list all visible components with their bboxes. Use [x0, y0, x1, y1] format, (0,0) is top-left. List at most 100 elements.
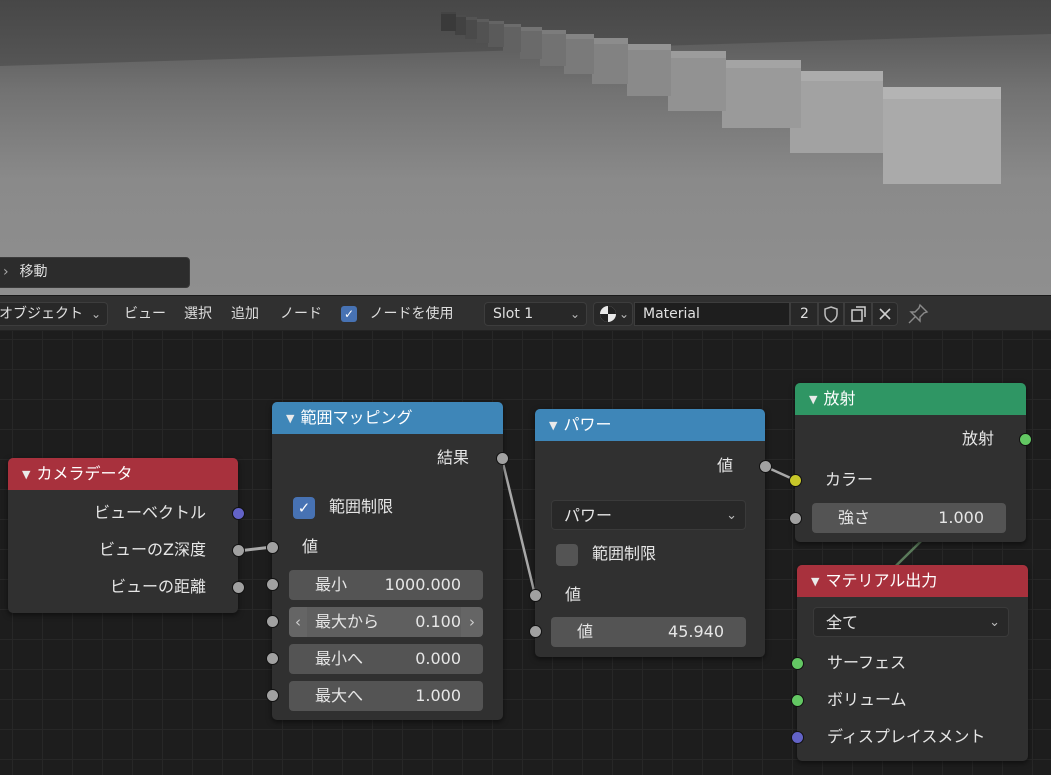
menu-node[interactable]: ノード: [280, 296, 322, 332]
checkbox-icon[interactable]: [556, 543, 578, 566]
output-socket[interactable]: [232, 507, 245, 520]
input-label: カラー: [825, 470, 874, 489]
cube[interactable]: [455, 15, 466, 35]
cube[interactable]: [883, 87, 1001, 184]
input-socket[interactable]: [791, 731, 804, 744]
input-row: ディスプレイスメント: [791, 722, 1028, 752]
node-power[interactable]: ▼ パワー 値 パワー ⌄ 範囲制限 値 値 45.940: [529, 409, 772, 657]
node-canvas[interactable]: ▼ カメラデータ ビューベクトル ビューのZ深度 ビューの距離 ▼ 範囲マッピング …: [0, 331, 1051, 775]
slot-dropdown[interactable]: Slot 1 ⌄: [484, 302, 587, 326]
user-count[interactable]: 2: [790, 302, 818, 326]
new-material-button[interactable]: [844, 302, 872, 326]
menu-select[interactable]: 選択: [184, 296, 212, 332]
input-label: ディスプレイスメント: [827, 727, 986, 746]
from-max-field[interactable]: ‹ 最大から 0.100 ›: [289, 607, 483, 637]
to-min-field[interactable]: 最小へ 0.000: [289, 644, 483, 674]
material-name: Material: [643, 306, 700, 322]
material-name-field[interactable]: Material: [634, 302, 790, 326]
menu-add[interactable]: 追加: [231, 296, 259, 332]
last-operator-panel[interactable]: › 移動: [0, 257, 190, 288]
cube[interactable]: [441, 12, 456, 31]
input-socket[interactable]: [266, 652, 279, 665]
chevron-down-icon: ⌄: [618, 307, 629, 321]
node-material-output[interactable]: ▼ マテリアル出力 全て ⌄ サーフェス ボリューム ディスプレイスメント: [791, 565, 1028, 761]
input-socket[interactable]: [266, 541, 279, 554]
target-label: 全て: [826, 613, 859, 632]
menu-view[interactable]: ビュー: [124, 296, 166, 332]
cube[interactable]: [627, 44, 671, 96]
browse-material-button[interactable]: ⌄: [593, 302, 633, 326]
node-title: カメラデータ: [36, 464, 133, 483]
clamp-checkbox-row[interactable]: 範囲制限: [556, 542, 656, 566]
node-header[interactable]: ▼ 範囲マッピング: [272, 402, 503, 434]
collapse-triangle-icon[interactable]: ▼: [22, 459, 30, 491]
node-header[interactable]: ▼ マテリアル出力: [797, 565, 1028, 597]
operation-dropdown[interactable]: パワー ⌄: [551, 500, 746, 530]
input-label: 値: [565, 585, 582, 604]
3d-viewport[interactable]: › 移動: [0, 0, 1051, 295]
output-socket[interactable]: [232, 581, 245, 594]
cube[interactable]: [465, 17, 477, 39]
material-sphere-icon: [600, 306, 616, 322]
input-row: ボリューム: [791, 685, 1028, 715]
input-socket[interactable]: [529, 589, 542, 602]
cube[interactable]: [668, 51, 726, 111]
collapse-triangle-icon[interactable]: ▼: [809, 384, 817, 416]
cube[interactable]: [564, 34, 594, 74]
cube[interactable]: [520, 27, 542, 59]
checkbox-icon[interactable]: ✓: [293, 496, 315, 519]
input-socket[interactable]: [791, 657, 804, 670]
cube[interactable]: [790, 71, 883, 153]
output-socket[interactable]: [496, 452, 509, 465]
node-header[interactable]: ▼ カメラデータ: [8, 458, 238, 490]
cube[interactable]: [592, 38, 628, 84]
input-socket[interactable]: [266, 689, 279, 702]
output-socket[interactable]: [1019, 433, 1032, 446]
node-editor-header: オブジェクト ⌄ ビュー 選択 追加 ノード ✓ ノードを使用 Slot 1 ⌄…: [0, 295, 1051, 331]
clamp-label: 範囲制限: [592, 544, 657, 563]
strength-field[interactable]: 強さ 1.000: [812, 503, 1006, 533]
cube[interactable]: [722, 60, 801, 128]
cube[interactable]: [476, 19, 489, 43]
input-label: サーフェス: [827, 653, 907, 672]
from-min-field[interactable]: 最小 1000.000: [289, 570, 483, 600]
collapse-triangle-icon[interactable]: ▼: [549, 410, 557, 442]
node-title: パワー: [563, 415, 612, 434]
cube[interactable]: [503, 24, 521, 52]
chevron-right-icon[interactable]: ›: [463, 607, 481, 637]
checkbox-icon[interactable]: ✓: [341, 306, 357, 322]
node-emission[interactable]: ▼ 放射 放射 カラー 強さ 1.000: [789, 383, 1032, 542]
input-label: ボリューム: [827, 690, 907, 709]
output-row: ビューの距離: [8, 572, 245, 602]
mode-dropdown[interactable]: オブジェクト ⌄: [0, 302, 108, 326]
node-camera-data[interactable]: ▼ カメラデータ ビューベクトル ビューのZ深度 ビューの距離: [8, 458, 245, 613]
input-socket[interactable]: [791, 694, 804, 707]
input-socket[interactable]: [789, 474, 802, 487]
input-socket[interactable]: [789, 512, 802, 525]
output-label: 結果: [436, 448, 469, 467]
input-socket[interactable]: [266, 615, 279, 628]
input-socket[interactable]: [266, 578, 279, 591]
output-label: 放射: [961, 429, 994, 448]
collapse-triangle-icon[interactable]: ▼: [811, 566, 819, 598]
node-header[interactable]: ▼ パワー: [535, 409, 765, 441]
output-label: ビューベクトル: [93, 503, 206, 522]
collapse-triangle-icon[interactable]: ▼: [286, 403, 294, 435]
fake-user-button[interactable]: [818, 302, 844, 326]
chevron-left-icon[interactable]: ‹: [289, 607, 307, 637]
to-max-field[interactable]: 最大へ 1.000: [289, 681, 483, 711]
output-label: 値: [716, 456, 733, 475]
node-map-range[interactable]: ▼ 範囲マッピング 結果 ✓ 範囲制限 値 最小 1000.000 ‹ 最大から 0…: [266, 402, 509, 720]
cube[interactable]: [488, 21, 504, 47]
cube[interactable]: [540, 30, 566, 66]
node-header[interactable]: ▼ 放射: [795, 383, 1026, 415]
node-title: 範囲マッピング: [300, 408, 413, 427]
output-socket[interactable]: [232, 544, 245, 557]
unlink-material-button[interactable]: [872, 302, 898, 326]
exponent-field[interactable]: 値 45.940: [551, 617, 746, 647]
input-socket[interactable]: [529, 625, 542, 638]
clamp-checkbox-row[interactable]: ✓ 範囲制限: [293, 495, 393, 519]
use-nodes-toggle[interactable]: ✓ ノードを使用: [341, 296, 453, 332]
output-socket[interactable]: [759, 460, 772, 473]
target-dropdown[interactable]: 全て ⌄: [813, 607, 1009, 637]
